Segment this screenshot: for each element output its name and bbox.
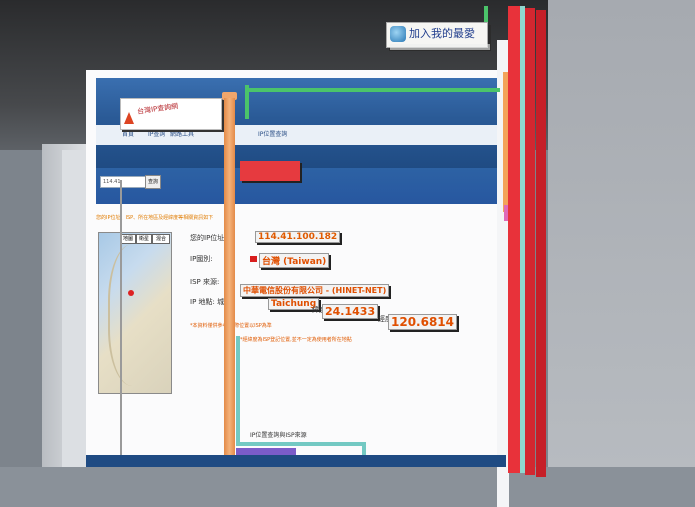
- guide-line: [120, 180, 122, 467]
- search-input[interactable]: 114.41: [100, 176, 146, 188]
- nav-item-ip-location[interactable]: IP位置查詢: [258, 126, 287, 144]
- red-block: [240, 161, 300, 181]
- isp-label: ISP 來源:: [190, 278, 220, 286]
- backdrop-right: [548, 0, 695, 467]
- location-pin-icon: [128, 290, 134, 296]
- country-label: IP國別:: [190, 255, 213, 263]
- teal-bracket-left: [236, 336, 240, 446]
- map-type-map-button[interactable]: 地圖: [120, 234, 136, 244]
- isp-value: 中華電信股份有限公司 - (HINET-NET): [240, 284, 390, 297]
- ip-label: 您的IP位址:: [190, 234, 227, 242]
- map-coastline: [108, 244, 168, 386]
- lng-value: 120.6814: [388, 314, 458, 330]
- green-connector-left: [245, 85, 249, 119]
- taiwan-flag-icon: [250, 256, 257, 262]
- favorites-icon: [390, 26, 406, 42]
- search-button[interactable]: 查詢: [145, 175, 161, 189]
- lat-value: 24.1433: [322, 304, 379, 319]
- add-favorites-label: 加入我的最愛: [409, 27, 475, 40]
- orange-tube: [224, 98, 235, 467]
- footer-text: IP位置查詢與ISP來源: [250, 432, 307, 439]
- footer-bar: [86, 455, 506, 467]
- green-connector-horizontal: [245, 88, 500, 92]
- notice-text: 您的IP位址、ISP、所在地區及經緯度等相關資訊如下: [96, 215, 214, 221]
- map-type-hybrid-button[interactable]: 混合: [152, 234, 170, 244]
- favorites-reflection: [390, 44, 490, 50]
- teal-bracket-bottom: [236, 442, 366, 446]
- country-value: 台灣 (Taiwan): [259, 253, 330, 268]
- layer-strip-red-2: [525, 8, 535, 475]
- ip-value: 114.41.100.182: [255, 231, 341, 243]
- warning-note-2: *經緯度為ISP登記位置,並不一定為使用者所在地點: [240, 337, 352, 343]
- layer-strip-red-3: [536, 10, 546, 477]
- map-type-satellite-button[interactable]: 衛星: [136, 234, 152, 244]
